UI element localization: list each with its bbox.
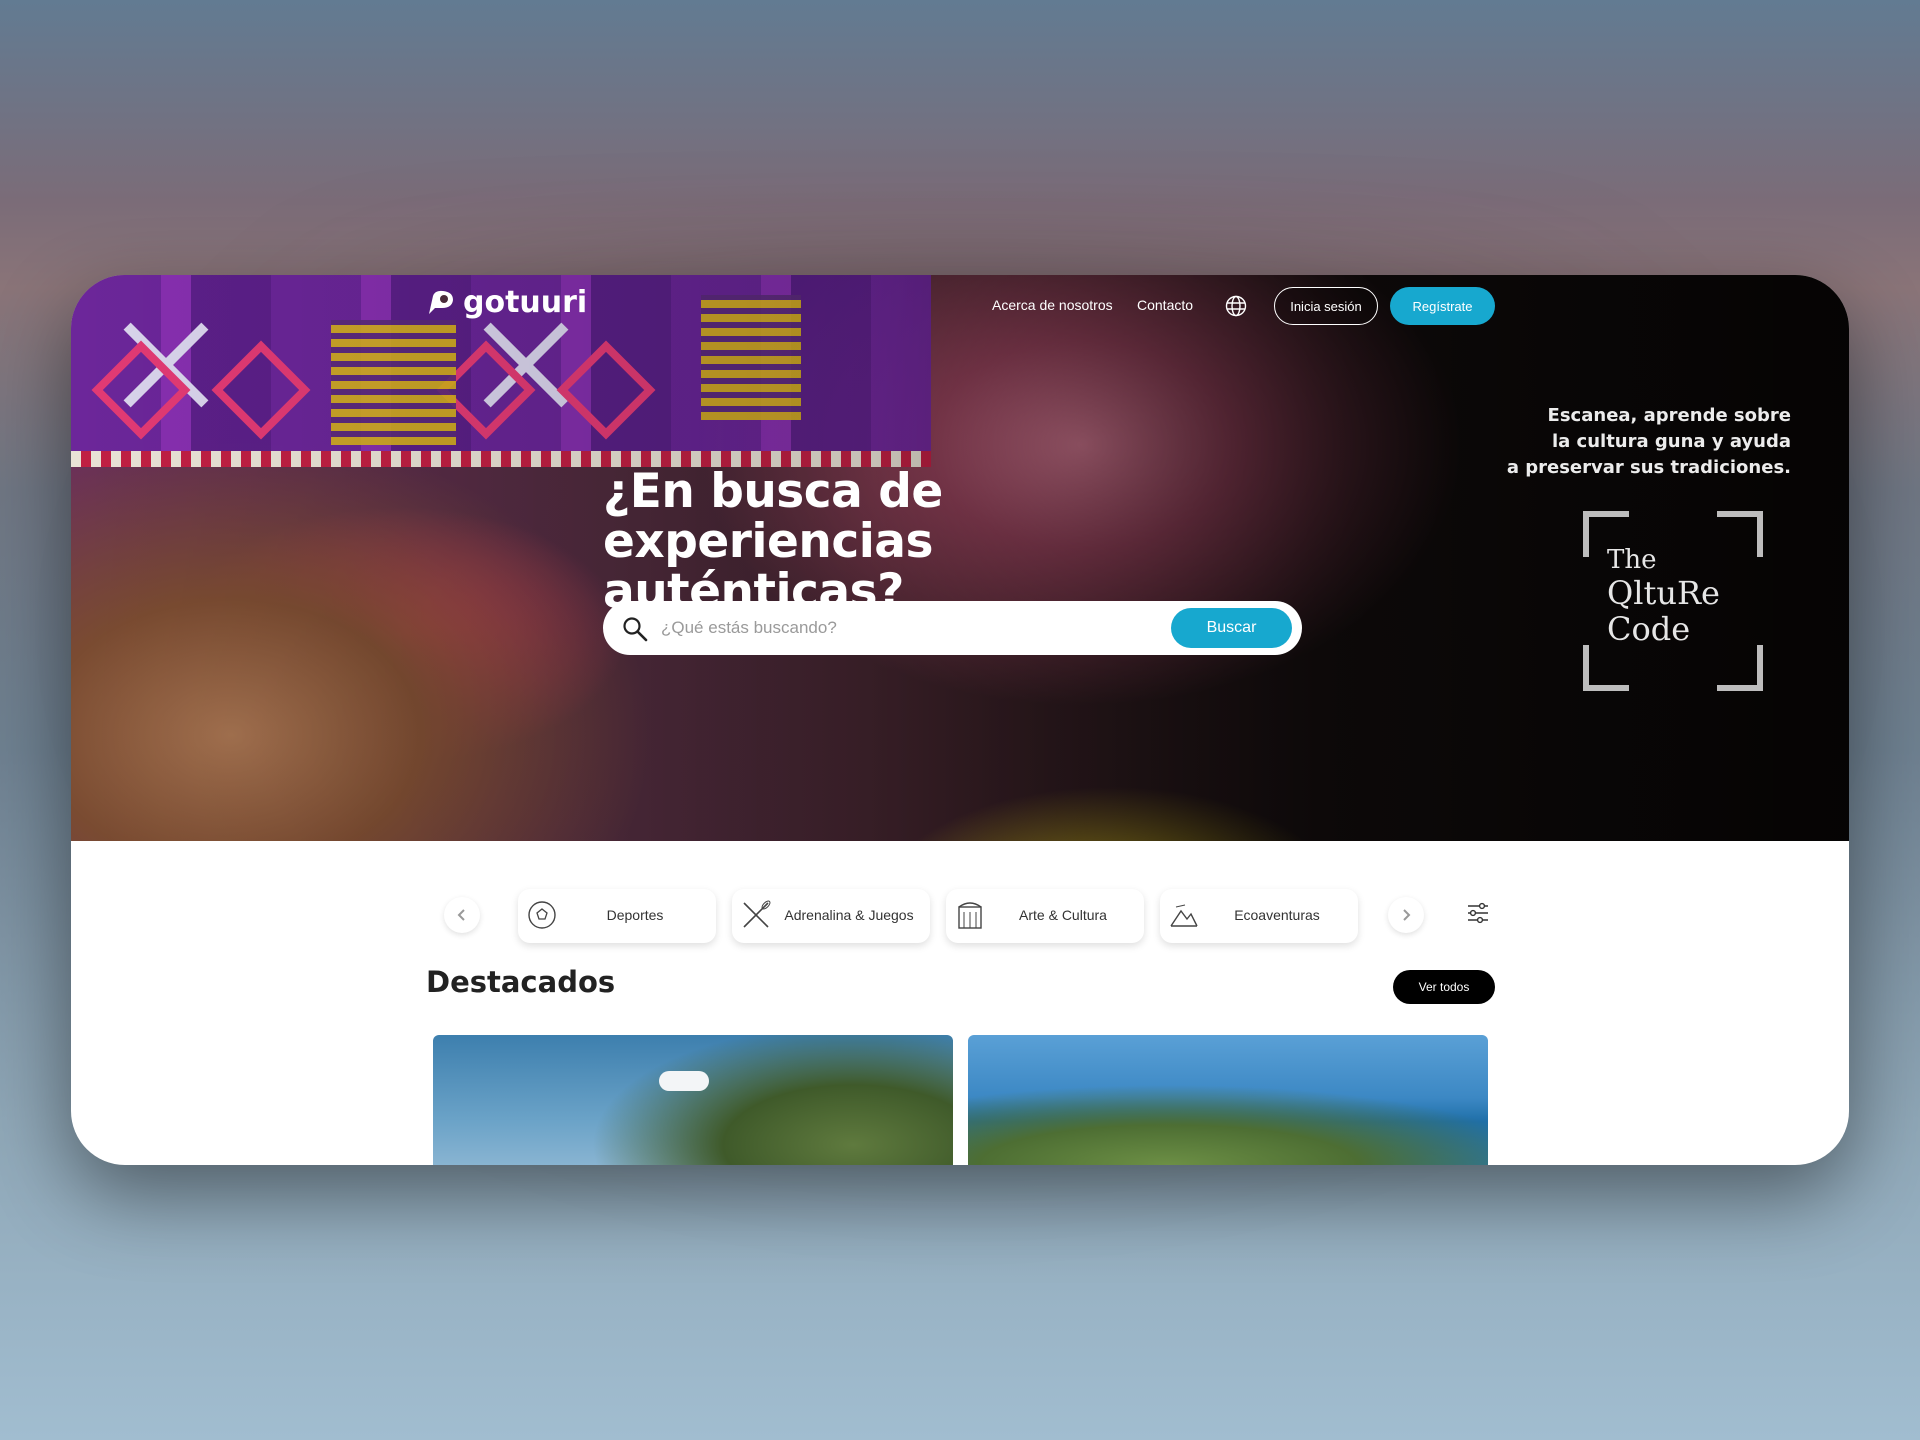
building-icon [958,902,982,929]
category-carousel: Deportes Adrenalina & Juegos Arte & Cult… [71,875,1849,945]
category-label: Deportes [606,907,664,923]
promo-line: Escanea, aprende sobre [1547,405,1791,426]
nav-contact-link[interactable]: Contacto [1137,297,1193,313]
featured-card-image[interactable] [968,1035,1488,1165]
chevron-left-icon [457,909,465,921]
qr-corner-icon [1583,645,1629,691]
category-chip-deportes[interactable]: Deportes [518,889,716,943]
brand-name: gotuuri [463,285,588,320]
chevron-right-icon [1403,909,1411,921]
register-button[interactable]: Regístrate [1390,287,1495,325]
qlture-line: The [1607,545,1657,575]
category-label: Adrenalina & Juegos [784,907,914,923]
category-chip-arte-cultura[interactable]: Arte & Cultura [946,889,1144,943]
browser-frame: gotuuri Acerca de nosotros Contacto Inic… [71,275,1849,1165]
qlture-line: QltuRe [1607,574,1720,612]
search-button[interactable]: Buscar [1171,608,1292,648]
promo-line: la cultura guna y ayuda [1551,431,1791,452]
carousel-prev-button[interactable] [444,897,480,933]
qlture-code-logo[interactable]: The QltuRe Code [1583,511,1763,691]
hero-section: gotuuri Acerca de nosotros Contacto Inic… [71,275,1849,841]
logo-icon [429,290,453,314]
category-label: Arte & Cultura [1019,907,1107,923]
category-label: Ecoaventuras [1234,907,1320,923]
qlture-line: Code [1607,610,1691,648]
featured-card-image[interactable] [433,1035,953,1165]
search-icon [623,617,648,642]
search-input[interactable] [661,613,1161,643]
view-all-button[interactable]: Ver todos [1393,970,1495,1004]
cloud-shape [659,1071,709,1091]
globe-icon[interactable] [1225,295,1247,317]
carousel-next-button[interactable] [1388,897,1424,933]
hero-title: ¿En busca de experiencias auténticas? [603,464,943,619]
soccer-ball-icon [528,901,556,929]
featured-title: Destacados [426,965,616,999]
login-button[interactable]: Inicia sesión [1274,287,1378,325]
qlture-code-wordmark: The QltuRe Code [1607,545,1720,647]
qr-corner-icon [1717,645,1763,691]
top-navbar: gotuuri Acerca de nosotros Contacto Inic… [71,275,1849,345]
promo-text: Escanea, aprende sobre la cultura guna y… [1451,403,1791,481]
brand-logo[interactable]: gotuuri [423,285,587,320]
category-chip-ecoaventuras[interactable]: Ecoaventuras [1160,889,1358,943]
kayak-paddle-icon [743,900,771,928]
nav-about-link[interactable]: Acerca de nosotros [992,297,1113,313]
filter-sliders-icon[interactable] [1458,893,1498,933]
mountain-icon [1170,904,1198,927]
qr-corner-icon [1717,511,1763,557]
category-chip-adrenalina[interactable]: Adrenalina & Juegos [732,889,930,943]
promo-line: a preservar sus tradiciones. [1506,457,1791,478]
search-bar: Buscar [603,601,1302,655]
